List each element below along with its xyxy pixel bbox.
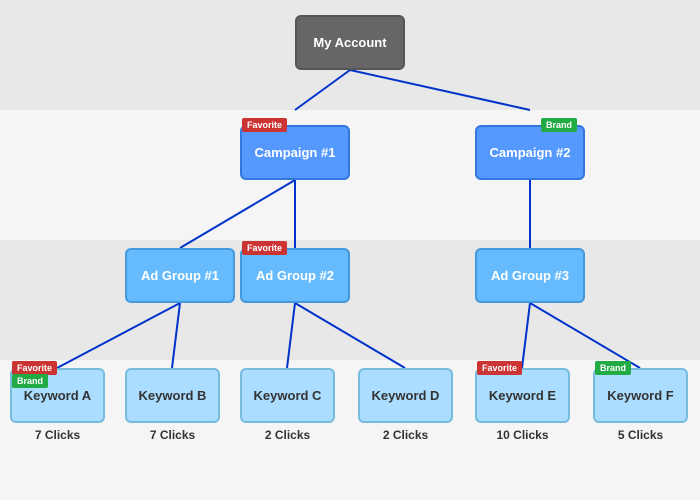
keywordC-node[interactable]: Keyword C: [240, 368, 335, 423]
keywordA-brand-tag: Brand: [12, 374, 48, 388]
account-label: My Account: [313, 35, 386, 50]
adgroup1-node[interactable]: Ad Group #1: [125, 248, 235, 303]
keywordF-clicks: 5 Clicks: [593, 428, 688, 442]
keywordC-label: Keyword C: [254, 388, 322, 403]
adgroup3-label: Ad Group #3: [491, 268, 569, 283]
adgroup2-label: Ad Group #2: [256, 268, 334, 283]
row-bg-adgroup: [0, 240, 700, 360]
keywordA-clicks: 7 Clicks: [10, 428, 105, 442]
account-node[interactable]: My Account: [295, 15, 405, 70]
row-bg-campaign: [0, 110, 700, 240]
keywordD-label: Keyword D: [372, 388, 440, 403]
keywordE-clicks: 10 Clicks: [475, 428, 570, 442]
campaign1-favorite-tag: Favorite: [242, 118, 287, 132]
keywordE-node[interactable]: Keyword E: [475, 368, 570, 423]
keywordB-label: Keyword B: [139, 388, 207, 403]
adgroup2-node[interactable]: Ad Group #2: [240, 248, 350, 303]
campaign2-node[interactable]: Campaign #2: [475, 125, 585, 180]
keywordF-brand-tag: Brand: [595, 361, 631, 375]
tree-container: My Account Favorite Campaign #1 Brand Ca…: [0, 0, 700, 500]
keywordE-favorite-tag: Favorite: [477, 361, 522, 375]
keywordE-label: Keyword E: [489, 388, 556, 403]
keywordF-label: Keyword F: [607, 388, 673, 403]
keywordD-node[interactable]: Keyword D: [358, 368, 453, 423]
keywordB-clicks: 7 Clicks: [125, 428, 220, 442]
campaign2-brand-tag: Brand: [541, 118, 577, 132]
adgroup3-node[interactable]: Ad Group #3: [475, 248, 585, 303]
campaign1-node[interactable]: Campaign #1: [240, 125, 350, 180]
keywordB-node[interactable]: Keyword B: [125, 368, 220, 423]
keywordA-label: Keyword A: [24, 388, 91, 403]
keywordC-clicks: 2 Clicks: [240, 428, 335, 442]
campaign1-label: Campaign #1: [255, 145, 336, 160]
adgroup1-label: Ad Group #1: [141, 268, 219, 283]
keywordA-favorite-tag: Favorite: [12, 361, 57, 375]
campaign2-label: Campaign #2: [490, 145, 571, 160]
keywordF-node[interactable]: Keyword F: [593, 368, 688, 423]
keywordD-clicks: 2 Clicks: [358, 428, 453, 442]
adgroup2-favorite-tag: Favorite: [242, 241, 287, 255]
